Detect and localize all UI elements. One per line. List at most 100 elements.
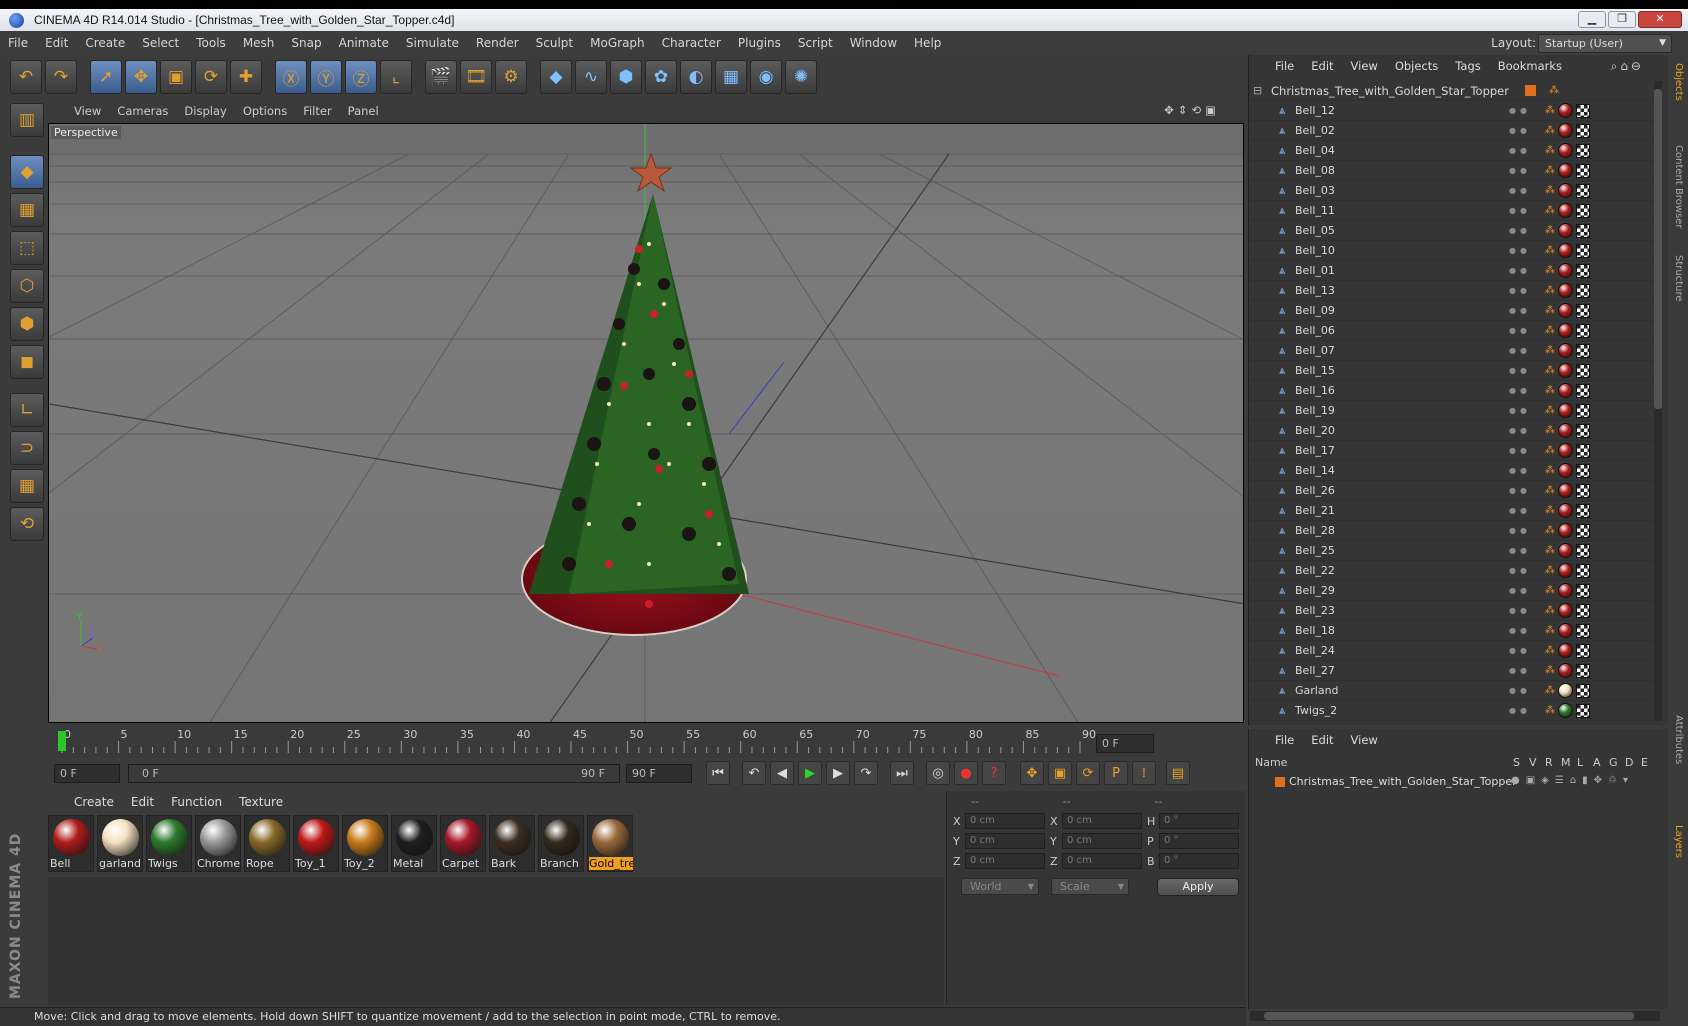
phong-tag-icon[interactable]: ⁂ [1545, 445, 1555, 456]
uvw-tag-icon[interactable] [1576, 483, 1590, 498]
menu-script[interactable]: Script [798, 36, 833, 50]
object-row[interactable]: ⩓ Bell_10 ●● ⁂ [1249, 241, 1655, 261]
material-swatch[interactable]: Toy_1 [293, 815, 339, 872]
material-tag-icon[interactable] [1558, 483, 1573, 498]
uvw-tag-icon[interactable] [1576, 403, 1590, 418]
object-row[interactable]: ⩓ Bell_28 ●● ⁂ [1249, 521, 1655, 541]
material-swatch[interactable]: Twigs [146, 815, 192, 872]
uvw-tag-icon[interactable] [1576, 243, 1590, 258]
visibility-dots-icon[interactable]: ●● [1509, 386, 1531, 395]
menu-file[interactable]: File [8, 36, 28, 50]
material-tag-icon[interactable] [1558, 343, 1573, 358]
phong-tag-icon[interactable]: ⁂ [1545, 365, 1555, 376]
polygons-mode-icon[interactable]: ◼ [10, 345, 44, 379]
move-select-icon[interactable]: ➚ [90, 60, 122, 94]
object-row[interactable]: ⩓ Bell_23 ●● ⁂ [1249, 601, 1655, 621]
visibility-dots-icon[interactable]: ●● [1509, 626, 1531, 635]
material-swatch[interactable]: Carpet [440, 815, 486, 872]
visibility-dots-icon[interactable]: ●● [1509, 446, 1531, 455]
visibility-dots-icon[interactable]: ●● [1509, 126, 1531, 135]
object-row[interactable]: ⩓ Bell_16 ●● ⁂ [1249, 381, 1655, 401]
uvw-tag-icon[interactable] [1576, 203, 1590, 218]
x-axis-icon[interactable]: Ⓧ [275, 60, 307, 94]
phong-tag-icon[interactable]: ⁂ [1545, 685, 1555, 696]
scale-icon[interactable]: ▣ [160, 60, 192, 94]
phong-tag-icon[interactable]: ⁂ [1545, 565, 1555, 576]
phong-tag-icon[interactable]: ⁂ [1545, 265, 1555, 276]
object-row[interactable]: ⩓ Bell_17 ●● ⁂ [1249, 441, 1655, 461]
object-row[interactable]: ⩓ Bell_21 ●● ⁂ [1249, 501, 1655, 521]
visibility-dots-icon[interactable]: ●● [1509, 686, 1531, 695]
move-icon[interactable]: ✥ [125, 60, 157, 94]
phong-tag-icon[interactable]: ⁂ [1545, 185, 1555, 196]
visibility-dots-icon[interactable]: ●● [1509, 506, 1531, 515]
visibility-dots-icon[interactable]: ●● [1509, 406, 1531, 415]
object-row[interactable]: ⩓ Bell_08 ●● ⁂ [1249, 161, 1655, 181]
render-picture-viewer-icon[interactable]: 🎞 [460, 60, 492, 94]
visibility-dots-icon[interactable]: ●● [1509, 486, 1531, 495]
nurbs-icon[interactable]: ⬢ [610, 60, 642, 94]
visibility-dots-icon[interactable]: ●● [1509, 566, 1531, 575]
uvw-tag-icon[interactable] [1576, 443, 1590, 458]
phong-tag-icon[interactable]: ⁂ [1545, 165, 1555, 176]
model-mode-icon[interactable]: ▥ [10, 103, 44, 137]
autokey-button[interactable]: ● [954, 761, 978, 785]
floor-icon[interactable]: ▦ [715, 60, 747, 94]
object-menu-edit[interactable]: Edit [1311, 59, 1333, 73]
play-button[interactable]: ▶ [798, 761, 822, 785]
menu-tools[interactable]: Tools [196, 36, 226, 50]
material-tag-icon[interactable] [1558, 523, 1573, 538]
layer-menu-edit[interactable]: Edit [1311, 733, 1333, 747]
coordinate-field[interactable]: 0 ° [1159, 813, 1239, 829]
visibility-dots-icon[interactable]: ●● [1509, 246, 1531, 255]
viewport-menu-panel[interactable]: Panel [348, 104, 379, 118]
spline-icon[interactable]: ∿ [575, 60, 607, 94]
axis-mode-icon[interactable]: ∟ [10, 393, 44, 427]
phong-tag-icon[interactable]: ⁂ [1545, 245, 1555, 256]
lock-workplane-icon[interactable]: ⟲ [10, 507, 44, 541]
visibility-dots-icon[interactable]: ●● [1509, 426, 1531, 435]
uvw-tag-icon[interactable] [1576, 463, 1590, 478]
start-frame-field[interactable]: 0 F [54, 763, 120, 783]
material-swatch[interactable]: Branch [538, 815, 584, 872]
object-row[interactable]: ⩓ Bell_07 ●● ⁂ [1249, 341, 1655, 361]
object-row[interactable]: ⩓ Bell_25 ●● ⁂ [1249, 541, 1655, 561]
object-row[interactable]: ⩓ Bell_01 ●● ⁂ [1249, 261, 1655, 281]
menu-mesh[interactable]: Mesh [243, 36, 275, 50]
coordinate-field[interactable]: 0 cm [965, 813, 1045, 829]
material-tag-icon[interactable] [1558, 583, 1573, 598]
uvw-tag-icon[interactable] [1576, 283, 1590, 298]
visibility-dots-icon[interactable]: ●● [1509, 306, 1531, 315]
material-tag-icon[interactable] [1558, 263, 1573, 278]
cube-icon[interactable]: ◆ [540, 60, 572, 94]
object-row-root[interactable]: ⊟ Christmas_Tree_with_Golden_Star_Topper ⁂ [1249, 81, 1655, 101]
go-to-start-button[interactable]: ⏮ [706, 761, 730, 785]
viewport-perspective[interactable]: YZX Perspective [48, 123, 1244, 723]
phong-tag-icon[interactable]: ⁂ [1545, 705, 1555, 716]
visibility-dots-icon[interactable]: ●● [1509, 266, 1531, 275]
side-tab-content-browser[interactable]: Content Browser [1673, 145, 1684, 228]
material-tag-icon[interactable] [1558, 183, 1573, 198]
viewport-menu-cameras[interactable]: Cameras [117, 104, 168, 118]
layer-row[interactable]: Christmas_Tree_with_Golden_Star_Topper ●… [1249, 773, 1669, 791]
object-row[interactable]: ⩓ Bell_14 ●● ⁂ [1249, 461, 1655, 481]
material-tag-icon[interactable] [1558, 443, 1573, 458]
uvw-tag-icon[interactable] [1576, 643, 1590, 658]
visibility-dots-icon[interactable]: ●● [1509, 146, 1531, 155]
uvw-tag-icon[interactable] [1576, 663, 1590, 678]
rotate-icon[interactable]: ⟳ [195, 60, 227, 94]
material-tag-icon[interactable] [1558, 283, 1573, 298]
uvw-tag-icon[interactable] [1576, 523, 1590, 538]
menu-window[interactable]: Window [850, 36, 897, 50]
y-axis-icon[interactable]: Ⓨ [310, 60, 342, 94]
menu-simulate[interactable]: Simulate [406, 36, 459, 50]
menu-plugins[interactable]: Plugins [738, 36, 781, 50]
side-tab-structure[interactable]: Structure [1673, 255, 1684, 302]
material-tag-icon[interactable] [1558, 103, 1573, 118]
object-menu-objects[interactable]: Objects [1395, 59, 1438, 73]
object-row[interactable]: ⩓ Bell_04 ●● ⁂ [1249, 141, 1655, 161]
coordinate-field[interactable]: 0 cm [965, 833, 1045, 849]
z-axis-icon[interactable]: Ⓩ [345, 60, 377, 94]
uvw-tag-icon[interactable] [1576, 563, 1590, 578]
menu-select[interactable]: Select [142, 36, 179, 50]
